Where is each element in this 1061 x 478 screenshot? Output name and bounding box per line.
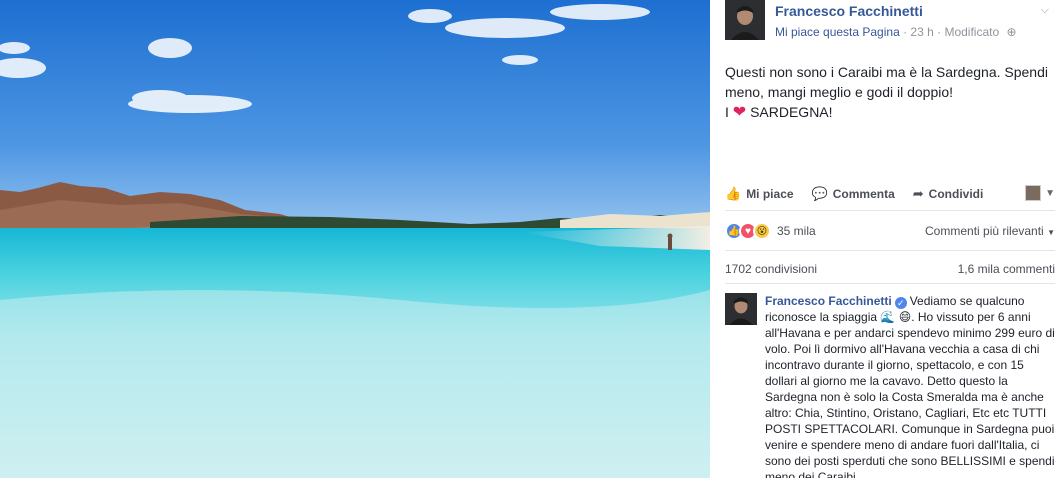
thumbs-up-icon: 👍: [725, 186, 742, 201]
share-icon: ➦: [912, 186, 924, 201]
author-avatar[interactable]: [725, 0, 765, 40]
post-text: Questi non sono i Caraibi ma è la Sardeg…: [725, 62, 1055, 123]
wave-emoji-icon: 🌊: [880, 310, 896, 324]
reactions-row: 👍 ♥ 😮 35 mila Commenti più rilevanti ▼: [725, 220, 1055, 242]
verified-badge-icon: ✓: [894, 297, 907, 309]
grin-emoji-icon: 😄: [898, 310, 912, 324]
comment-icon: 💬: [811, 186, 828, 201]
commenter-name[interactable]: Francesco Facchinetti: [765, 294, 892, 308]
post-panel: Francesco Facchinetti Mi piace questa Pa…: [710, 0, 1061, 478]
like-button[interactable]: 👍 Mi piace: [725, 186, 794, 202]
post-text-line1: Questi non sono i Caraibi ma è la Sardeg…: [725, 64, 1048, 100]
like-page-link[interactable]: Mi piace questa Pagina: [775, 25, 900, 39]
caret-down-icon: ▼: [1045, 187, 1055, 199]
caret-down-icon: ▼: [1047, 228, 1055, 237]
author-name[interactable]: Francesco Facchinetti: [775, 3, 923, 19]
comment-body: Francesco Facchinetti ✓ Vediamo se qualcun…: [765, 293, 1055, 478]
person-figure: [667, 233, 673, 250]
comments-count[interactable]: 1,6 mila commenti: [958, 262, 1055, 276]
reaction-icons[interactable]: 👍 ♥ 😮: [725, 222, 771, 240]
comment-text-b: . Ho vissuto per 6 anni all'Havana e per…: [765, 310, 1055, 478]
post-header: Francesco Facchinetti Mi piace questa Pa…: [725, 0, 1055, 42]
chevron-down-icon[interactable]: ⌵: [1041, 4, 1049, 17]
post-time[interactable]: 23 h: [910, 25, 933, 39]
edited-label[interactable]: Modificato: [944, 25, 999, 39]
post-photo[interactable]: [0, 0, 710, 478]
beach-photo: [0, 0, 710, 478]
post-meta: Mi piace questa Pagina · 23 h · Modifica…: [775, 25, 1017, 39]
heart-icon: ❤: [732, 104, 747, 121]
reaction-count[interactable]: 35 mila: [777, 224, 816, 238]
divider: [725, 250, 1055, 251]
comment-sort-dropdown[interactable]: Commenti più rilevanti ▼: [925, 224, 1055, 238]
meta-sep: ·: [899, 25, 911, 39]
post-as-selector[interactable]: ▼: [1025, 185, 1055, 201]
divider: [725, 210, 1055, 211]
meta-sep-2: ·: [933, 25, 945, 39]
page-avatar-mini: [1025, 185, 1042, 201]
wow-reaction-icon: 😮: [753, 222, 771, 240]
globe-icon: ⊕: [1006, 25, 1017, 39]
comment-button[interactable]: 💬 Commenta: [812, 186, 895, 202]
share-button[interactable]: ➦ Condividi: [913, 186, 984, 202]
divider: [725, 283, 1055, 284]
post-text-line2: I ❤ SARDEGNA!: [725, 104, 833, 121]
commenter-avatar[interactable]: [725, 293, 757, 325]
shares-count[interactable]: 1702 condivisioni: [725, 262, 817, 276]
action-bar: 👍 Mi piace 💬 Commenta ➦ Condividi ▼: [725, 182, 1055, 206]
